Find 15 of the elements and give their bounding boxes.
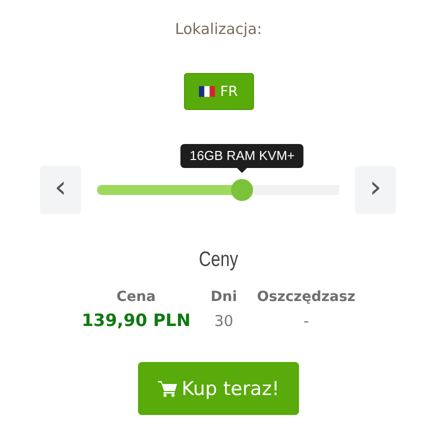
- column-header: Cena: [115, 288, 157, 307]
- slider-thumb[interactable]: [231, 179, 254, 201]
- cart-icon: [158, 380, 178, 397]
- flag-icon: [199, 86, 216, 97]
- tooltip-pointer: [237, 168, 248, 173]
- slider-tooltip: 16GB RAM KVM+: [180, 144, 304, 168]
- location-label: Lokalizacja:: [174, 20, 263, 40]
- column-header: Dni: [210, 288, 238, 307]
- previous-button[interactable]: ‹: [40, 166, 81, 214]
- next-button[interactable]: ›: [355, 166, 396, 214]
- prices-title: Ceny: [198, 248, 240, 273]
- price-value: 139,90 PLN: [80, 310, 192, 333]
- table-cell-text: -: [302, 311, 310, 332]
- column-header: Oszczędzasz: [256, 288, 356, 307]
- table-cell-text: 30: [213, 311, 234, 332]
